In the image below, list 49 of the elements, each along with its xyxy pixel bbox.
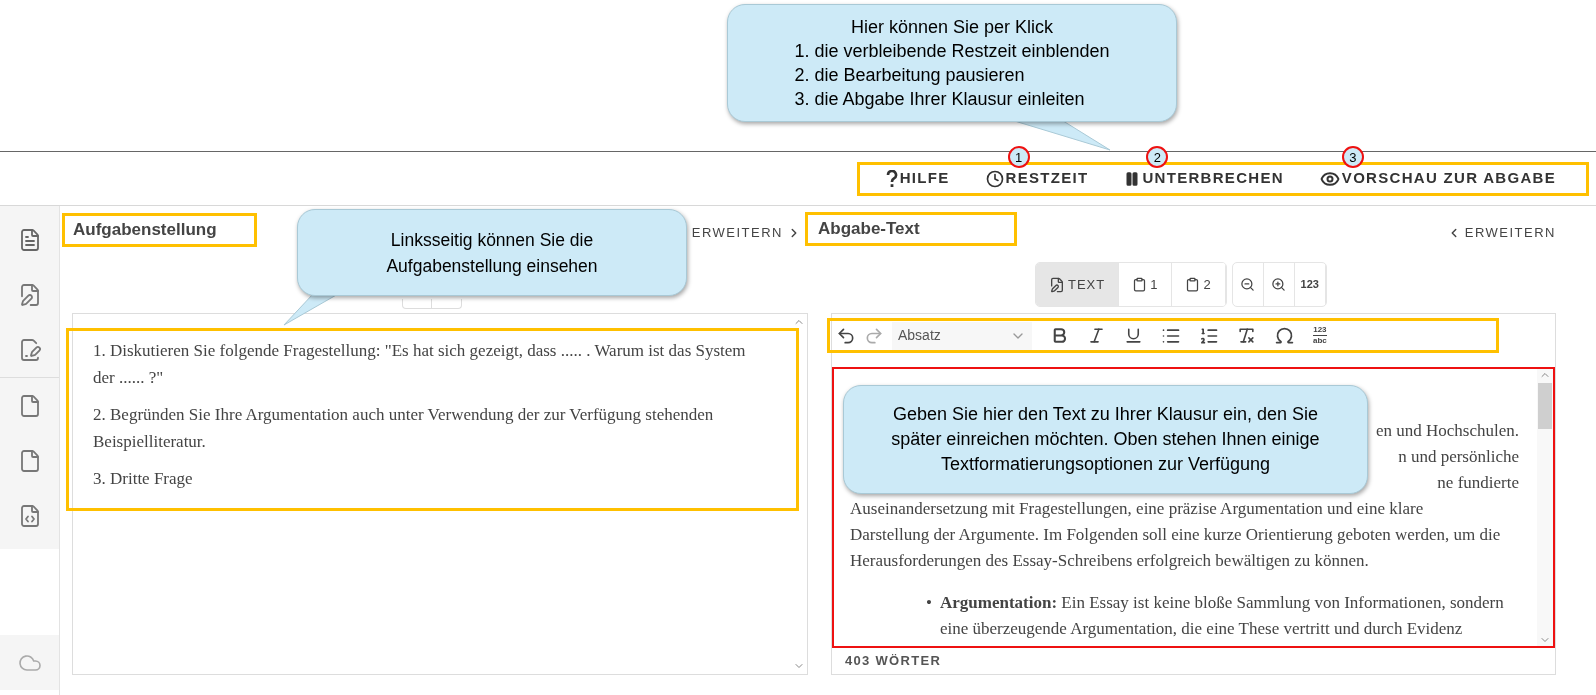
clipboard-icon [1132, 277, 1148, 292]
italic-icon[interactable] [1087, 326, 1106, 345]
paragraph-style-dropdown[interactable]: Absatz [892, 321, 1032, 350]
redo-icon[interactable] [864, 325, 884, 346]
scrollbar-thumb[interactable] [1538, 383, 1552, 429]
callout-text: 3. die Abgabe Ihrer Klausur einleiten [794, 88, 1085, 111]
essay-text-fragment: n und persönliche [1398, 446, 1519, 468]
header-action-button[interactable]: HILFE [885, 167, 950, 190]
callout-text: Geben Sie hier den Text zu Ihrer Klausur ein, den Sie später einreichen möchten. Oben stehen Ihnen einige Textformatierungsoptionen zur Verfügung [890, 403, 1321, 476]
callout-text: Hier können Sie per Klick [850, 16, 1054, 39]
spellcheck-button[interactable]: 123 abc [1313, 326, 1327, 345]
undo-icon[interactable] [836, 325, 856, 346]
bullet-marker: • [926, 592, 932, 614]
scrollbar[interactable] [1537, 369, 1553, 646]
step-number: 2 [1146, 146, 1169, 169]
zoom-in-icon [1271, 277, 1287, 292]
expand-button[interactable]: ERWEITERN [691, 223, 801, 243]
header-action-button[interactable]: VORSCHAU ZUR ABGABE [1319, 167, 1556, 190]
question-text: 1. Diskutieren Sie folgende Fragestellung: "Es hat sich gezeigt, dass ..... . Warum ist das System der ...... ?" [93, 340, 747, 389]
header-action-button[interactable]: RESTZEIT [985, 167, 1089, 190]
callout-text: 1. die verbleibende Restzeit einblenden [794, 40, 1110, 63]
omega-icon[interactable] [1274, 325, 1295, 346]
zoom-tool-button[interactable]: 123 [1294, 263, 1326, 306]
question-text: 3. Dritte Frage [93, 468, 194, 490]
callout-text: Linksseitig können Sie die Aufgabenstellung einsehen [385, 228, 599, 278]
step-number: 1 [1007, 146, 1030, 169]
essay-text-fragment: ne fundierte [1437, 472, 1519, 494]
underline-icon[interactable] [1124, 326, 1143, 345]
panel-title: Abgabe-Text [805, 212, 1017, 246]
toggle-group[interactable] [402, 299, 462, 309]
question-text: 2. Begründen Sie Ihre Argumentation auch unter Verwendung der zur Verfügung stehenden Beispielliteratur. [93, 404, 715, 453]
panel-title: Aufgabenstellung [62, 213, 257, 247]
clear-formatting-icon[interactable] [1237, 326, 1256, 345]
callout-text: 2. die Bearbeitung pausieren [794, 64, 1025, 87]
question-mark-icon [885, 169, 898, 188]
essay-paragraph: Auseinandersetzung mit Fragestellungen, eine präzise Argumentation und eine klare Darstellung der Argumente. Im Folgenden soll eine kurze Orientierung geboten werden, um die Herausforderungen des Essay-Schreibens erfolgreich bewältigen zu können. [850, 498, 1502, 572]
edit-document-icon [1049, 276, 1065, 293]
essay-text-fragment: en und Hochschulen. [1375, 420, 1519, 442]
pause-icon [1124, 170, 1141, 187]
bullet-paragraph: Argumentation: Ein Essay ist keine bloße Sammlung von Informationen, sondern eine überzeugende Argumentation, die eine These vertritt und durch Evidenz [939, 592, 1504, 640]
dropdown-value: Absatz [898, 326, 941, 345]
zoom-out-icon [1240, 277, 1256, 292]
step-number: 3 [1341, 146, 1364, 169]
view-tab[interactable]: TEXT [1036, 263, 1120, 306]
word-count: 403 WÖRTER [845, 652, 942, 671]
header-action-button[interactable]: UNTERBRECHEN [1124, 167, 1284, 190]
clipboard-icon [1185, 277, 1201, 292]
expand-button[interactable]: ERWEITERN [1446, 223, 1556, 243]
clock-icon [985, 169, 1004, 188]
